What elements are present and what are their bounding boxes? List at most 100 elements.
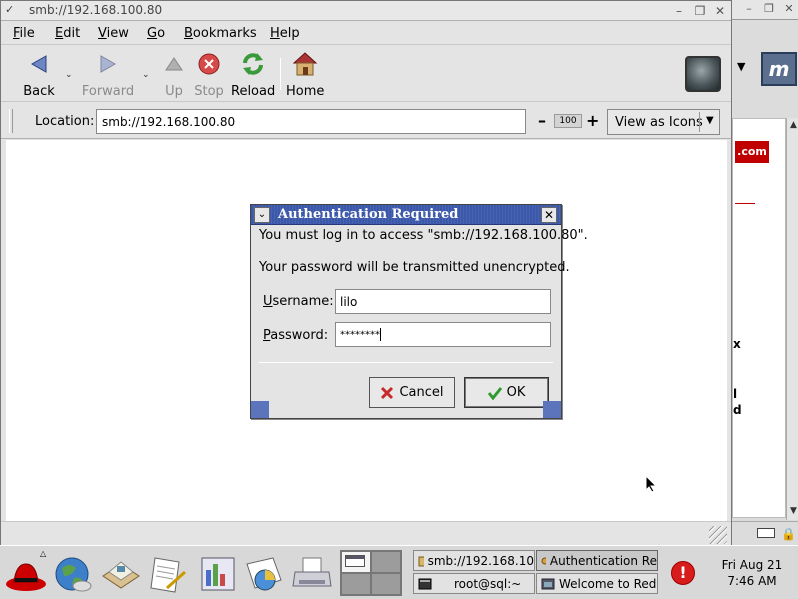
workspace-1[interactable] xyxy=(341,551,371,573)
clock-time: 7:46 AM xyxy=(727,574,777,588)
update-alert-icon[interactable]: ! xyxy=(671,561,695,585)
word-processor-icon[interactable] xyxy=(146,552,190,596)
close-icon[interactable]: ✕ xyxy=(783,3,795,15)
cancel-label: Cancel xyxy=(399,385,444,400)
maximize-icon[interactable]: ❐ xyxy=(692,3,708,19)
close-icon[interactable]: ✕ xyxy=(712,3,728,19)
dialog-titlebar[interactable]: ⌄ Authentication Required ✕ xyxy=(251,205,561,225)
clock-date: Fri Aug 21 xyxy=(721,558,783,572)
forward-history-chevron-icon[interactable]: ⌄ xyxy=(142,70,150,80)
workspace-4[interactable] xyxy=(371,573,401,595)
location-bar: Location: – 100 + View as Icons ▼ xyxy=(1,103,731,139)
menu-help[interactable]: Help xyxy=(270,26,300,41)
maximize-icon[interactable]: ❐ xyxy=(763,3,775,15)
dialog-warning: Your password will be transmitted unencr… xyxy=(259,260,570,275)
forward-label: Forward xyxy=(81,84,135,99)
password-field[interactable]: ******** xyxy=(335,322,551,347)
close-icon[interactable]: ✕ xyxy=(541,207,557,223)
menu-go[interactable]: Go xyxy=(147,26,165,41)
email-icon[interactable] xyxy=(98,552,142,596)
presentation-icon[interactable] xyxy=(196,552,240,596)
menu-bookmarks[interactable]: Bookmarks xyxy=(184,26,257,41)
dialog-resize-corner[interactable] xyxy=(251,401,269,418)
spreadsheet-icon[interactable] xyxy=(242,552,286,596)
resize-grip[interactable] xyxy=(709,526,727,544)
activity-throbber-icon xyxy=(685,56,721,92)
task-button[interactable]: root@sql:~ xyxy=(413,573,535,594)
connection-icon xyxy=(757,528,775,538)
chevron-down-icon[interactable]: ▼ xyxy=(737,60,745,73)
window-titlebar[interactable]: ✓ smb://192.168.100.80 – ❐ ✕ xyxy=(1,1,731,21)
background-window: – ❐ ✕ ▼ m .com x l d ▲ ▼ 🔒 xyxy=(728,0,798,545)
redhat-menu-icon[interactable] xyxy=(4,552,48,596)
back-history-chevron-icon[interactable]: ⌄ xyxy=(65,70,73,80)
mnemonic: G xyxy=(147,26,158,41)
web-browser-icon[interactable] xyxy=(50,552,94,596)
forward-arrow-icon xyxy=(100,55,117,73)
chevron-down-icon: ▼ xyxy=(706,115,714,126)
window-title: smb://192.168.100.80 xyxy=(29,3,163,17)
bottom-panel: △ smb://192.168.10 Authentication Re roo… xyxy=(0,545,798,599)
scroll-up-icon[interactable]: ▲ xyxy=(787,118,798,132)
username-label: Username: xyxy=(263,294,334,309)
location-input[interactable] xyxy=(96,109,526,134)
workspace-3[interactable] xyxy=(341,573,371,595)
menu-file[interactable]: File xyxy=(13,26,35,41)
mnemonic: B xyxy=(184,26,193,41)
menu-indicator-icon: △ xyxy=(40,549,47,558)
task-label: smb://192.168.10 xyxy=(427,553,534,568)
drag-handle[interactable] xyxy=(9,109,13,133)
minimize-icon[interactable]: – xyxy=(671,3,687,19)
zoom-out-button[interactable]: – xyxy=(538,111,546,130)
dialog-menu-chevron-icon[interactable]: ⌄ xyxy=(254,207,270,223)
ok-button[interactable]: OK xyxy=(464,377,549,408)
back-button[interactable]: Back xyxy=(19,50,59,99)
zoom-level[interactable]: 100 xyxy=(554,114,582,128)
divider xyxy=(735,203,755,204)
back-label: Back xyxy=(23,84,55,99)
mouse-pointer-icon xyxy=(645,475,657,493)
background-window-titlebar: – ❐ ✕ xyxy=(729,0,798,20)
task-button[interactable]: Welcome to Red xyxy=(536,573,658,594)
menubar: File Edit View Go Bookmarks Help xyxy=(1,22,731,45)
task-button[interactable]: Authentication Re xyxy=(536,550,658,571)
username-field[interactable] xyxy=(335,289,551,314)
com-badge: .com xyxy=(735,141,769,163)
reload-button[interactable]: Reload xyxy=(231,50,275,99)
ok-label: OK xyxy=(506,385,526,400)
zoom-in-button[interactable]: + xyxy=(586,111,599,130)
stop-button[interactable]: Stop xyxy=(193,50,225,99)
task-label: Welcome to Red xyxy=(559,576,657,591)
minimize-icon[interactable]: – xyxy=(743,3,755,15)
cancel-button[interactable]: Cancel xyxy=(369,377,455,408)
reload-label: Reload xyxy=(231,84,276,99)
text-fragment: l xyxy=(733,387,738,401)
window-menu-icon[interactable]: ✓ xyxy=(5,3,14,16)
password-mask: ******** xyxy=(340,329,380,341)
view-as-select[interactable]: View as Icons ▼ xyxy=(607,109,720,135)
workspace-pager[interactable] xyxy=(340,550,402,596)
task-label: Authentication Re xyxy=(549,553,657,568)
home-button[interactable]: Home xyxy=(286,50,324,99)
scroll-down-icon[interactable]: ▼ xyxy=(787,504,798,518)
password-label: Password: xyxy=(263,328,329,343)
clock[interactable]: Fri Aug 21 7:46 AM xyxy=(712,557,792,589)
menu-edit[interactable]: Edit xyxy=(55,26,80,41)
lock-icon: 🔒 xyxy=(781,527,796,541)
up-arrow-icon xyxy=(165,57,183,71)
check-icon xyxy=(487,386,502,400)
vertical-scrollbar[interactable]: ▲ ▼ xyxy=(786,118,798,520)
home-icon xyxy=(292,52,318,76)
task-label: root@sql:~ xyxy=(454,576,522,591)
stop-label: Stop xyxy=(194,84,224,99)
printer-icon[interactable] xyxy=(290,552,334,596)
dialog-resize-corner[interactable] xyxy=(543,401,561,418)
menu-view[interactable]: View xyxy=(98,26,129,41)
up-label: Up xyxy=(165,84,183,99)
select-separator xyxy=(699,112,700,132)
up-button[interactable]: Up xyxy=(159,50,189,99)
workspace-2[interactable] xyxy=(371,551,401,573)
forward-button[interactable]: Forward xyxy=(81,50,135,99)
mnemonic: F xyxy=(13,26,20,41)
task-button[interactable]: smb://192.168.10 xyxy=(413,550,535,571)
